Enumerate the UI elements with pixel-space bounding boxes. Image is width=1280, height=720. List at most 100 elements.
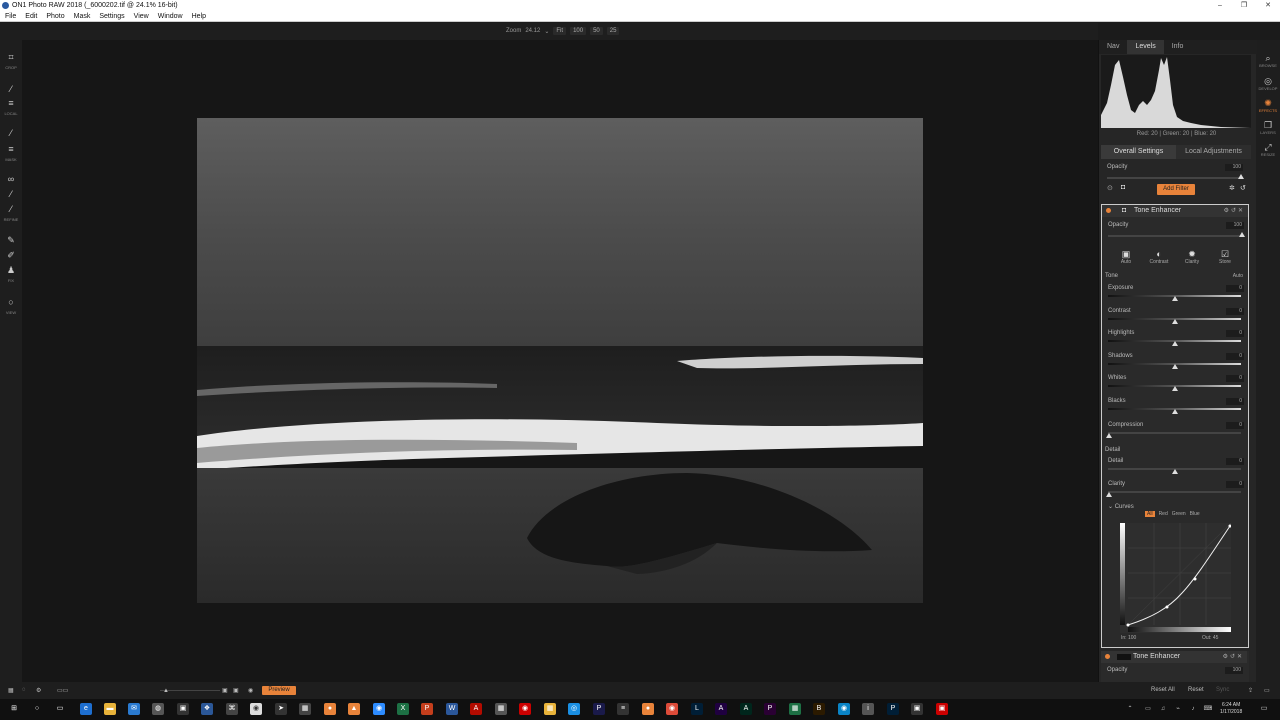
chisel-icon[interactable]: ⁄ xyxy=(5,189,17,199)
mask-view-icon[interactable]: ▣ xyxy=(233,687,239,694)
compression-slider[interactable] xyxy=(1108,432,1241,434)
gradient-icon[interactable]: ≡ xyxy=(5,98,17,108)
curves-graph[interactable] xyxy=(1120,522,1232,633)
preset-store-button[interactable]: ☑ Store xyxy=(1211,249,1239,265)
preset-contrast-button[interactable]: ◐ Contrast xyxy=(1145,249,1173,265)
menu-help[interactable]: Help xyxy=(192,11,206,21)
excel-icon[interactable]: X xyxy=(397,703,409,715)
module-browse[interactable]: ⌕ BROWSE xyxy=(1256,53,1280,68)
filter2-enable-icon[interactable] xyxy=(1105,654,1110,659)
app-icon-6[interactable]: ➤ xyxy=(275,703,287,715)
retouch-icon[interactable]: ✎ xyxy=(5,235,17,245)
blacks-thumb[interactable] xyxy=(1172,409,1178,414)
minimize-button[interactable]: – xyxy=(1208,0,1232,11)
contrast-thumb[interactable] xyxy=(1172,319,1178,324)
cortana-icon[interactable]: ○ xyxy=(31,703,43,715)
info-icon[interactable]: ◌ xyxy=(22,687,26,693)
menu-window[interactable]: Window xyxy=(158,11,183,21)
maximize-button[interactable]: ❐ xyxy=(1232,0,1256,11)
module-develop[interactable]: ◎ DEVELOP xyxy=(1256,76,1280,91)
reset-button[interactable]: Reset xyxy=(1188,687,1204,693)
edge-icon[interactable]: e xyxy=(80,703,92,715)
app-icon-9[interactable]: ◉ xyxy=(519,703,531,715)
menu-file[interactable]: File xyxy=(5,11,16,21)
audition-icon[interactable]: A xyxy=(740,703,752,715)
zoom-value[interactable]: 24.12 xyxy=(525,28,540,34)
crop-icon[interactable]: ⌗ xyxy=(5,52,17,62)
filter-opacity-slider[interactable] xyxy=(1108,235,1241,237)
stamp-icon[interactable]: ♟ xyxy=(5,265,17,275)
clarity-value[interactable]: 0 xyxy=(1226,481,1244,488)
premiere-icon[interactable]: P xyxy=(764,703,776,715)
refine-brush-icon[interactable]: ∞ xyxy=(5,174,17,184)
share-icon[interactable]: ▭ xyxy=(1264,687,1270,694)
notification-icon[interactable]: ▭ xyxy=(1258,703,1270,715)
app-icon-7[interactable]: ● xyxy=(324,703,336,715)
blur-icon[interactable]: ⁄ xyxy=(5,204,17,214)
shadows-value[interactable]: 0 xyxy=(1226,353,1244,360)
export-icon[interactable]: ⇪ xyxy=(1248,687,1253,694)
volume-icon[interactable]: ♪ xyxy=(1187,703,1199,715)
eyedropper-icon[interactable]: ✐ xyxy=(5,250,17,260)
app-icon-1[interactable]: ◍ xyxy=(152,703,164,715)
tray-icon-1[interactable]: ▭ xyxy=(1142,703,1154,715)
whites-value[interactable]: 0 xyxy=(1226,375,1244,382)
file-explorer-icon[interactable]: ▬ xyxy=(104,703,116,715)
overall-opacity-thumb[interactable] xyxy=(1238,174,1244,179)
zoom-fit-button[interactable]: Fit xyxy=(553,27,567,35)
curve-channel-red[interactable]: Red xyxy=(1159,511,1168,517)
app-icon-18[interactable]: ▣ xyxy=(936,703,948,715)
reset-all-button[interactable]: Reset All xyxy=(1151,687,1175,693)
shadows-thumb[interactable] xyxy=(1172,364,1178,369)
curve-channel-all[interactable]: All xyxy=(1145,511,1155,517)
filter-opacity-value[interactable]: 100 xyxy=(1226,222,1244,229)
zoom-icon[interactable]: ○ xyxy=(5,297,17,307)
tab-local-adjustments[interactable]: Local Adjustments xyxy=(1176,145,1251,159)
tab-overall-settings[interactable]: Overall Settings xyxy=(1101,145,1176,159)
zoom-dropdown-icon[interactable]: ⌄ xyxy=(544,28,549,35)
app-icon-15[interactable]: ▦ xyxy=(789,703,801,715)
tab-info[interactable]: Info xyxy=(1164,40,1192,54)
overall-opacity-value[interactable]: 100 xyxy=(1225,164,1243,171)
view-mode-icon[interactable]: ▣ xyxy=(222,687,228,694)
menu-settings[interactable]: Settings xyxy=(99,11,124,21)
app-icon-12[interactable]: P xyxy=(593,703,605,715)
tab-nav[interactable]: Nav xyxy=(1099,40,1127,54)
vlc-icon[interactable]: ▲ xyxy=(348,703,360,715)
highlights-value[interactable]: 0 xyxy=(1226,330,1244,337)
brush-icon[interactable]: ⁄ xyxy=(5,84,17,94)
record-icon[interactable]: ◉ xyxy=(248,687,253,694)
keyboard-icon[interactable]: ⌨ xyxy=(1202,703,1214,715)
mask-gradient-icon[interactable]: ≡ xyxy=(5,144,17,154)
curves-section[interactable]: ⌄ Curves xyxy=(1108,503,1244,510)
app-icon-5[interactable]: ◉ xyxy=(250,703,262,715)
filter-controls[interactable]: ⚙↺✕ xyxy=(1224,205,1245,217)
app-icon-13[interactable]: ≡ xyxy=(617,703,629,715)
chrome-icon[interactable]: ◉ xyxy=(666,703,678,715)
filter-enable-icon[interactable] xyxy=(1106,208,1111,213)
app-icon-8[interactable]: ▦ xyxy=(495,703,507,715)
module-layers[interactable]: ❐ LAYERS xyxy=(1256,120,1280,135)
app-icon-10[interactable]: ▦ xyxy=(544,703,556,715)
overall-opacity-slider[interactable] xyxy=(1107,177,1240,179)
app-icon-11[interactable]: ◎ xyxy=(568,703,580,715)
clarity-thumb[interactable] xyxy=(1106,492,1112,497)
tab-levels[interactable]: Levels xyxy=(1127,40,1164,54)
task-view-icon[interactable]: ▭ xyxy=(54,703,66,715)
calculator-icon[interactable]: ▦ xyxy=(299,703,311,715)
zoom-slider-thumb[interactable]: ▲ xyxy=(163,688,169,694)
windows-start-icon[interactable]: ⊞ xyxy=(8,703,20,715)
compare-icon[interactable]: ▭▭ xyxy=(57,687,68,694)
menu-mask[interactable]: Mask xyxy=(74,11,91,21)
zoom-50-button[interactable]: 50 xyxy=(590,27,603,35)
zoom-slider[interactable] xyxy=(160,690,220,691)
whites-thumb[interactable] xyxy=(1172,386,1178,391)
sync-button[interactable]: Sync xyxy=(1216,687,1229,693)
curve-channel-blue[interactable]: Blue xyxy=(1190,511,1200,517)
settings-icon[interactable]: ✲ xyxy=(1229,184,1235,192)
acrobat-icon[interactable]: A xyxy=(470,703,482,715)
on1-icon[interactable]: ◉ xyxy=(838,703,850,715)
module-resize[interactable]: ⤢ RESIZE xyxy=(1256,142,1280,157)
filter-header[interactable]: ◘ Tone Enhancer ⚙↺✕ xyxy=(1102,205,1248,217)
exposure-value[interactable]: 0 xyxy=(1226,285,1244,292)
